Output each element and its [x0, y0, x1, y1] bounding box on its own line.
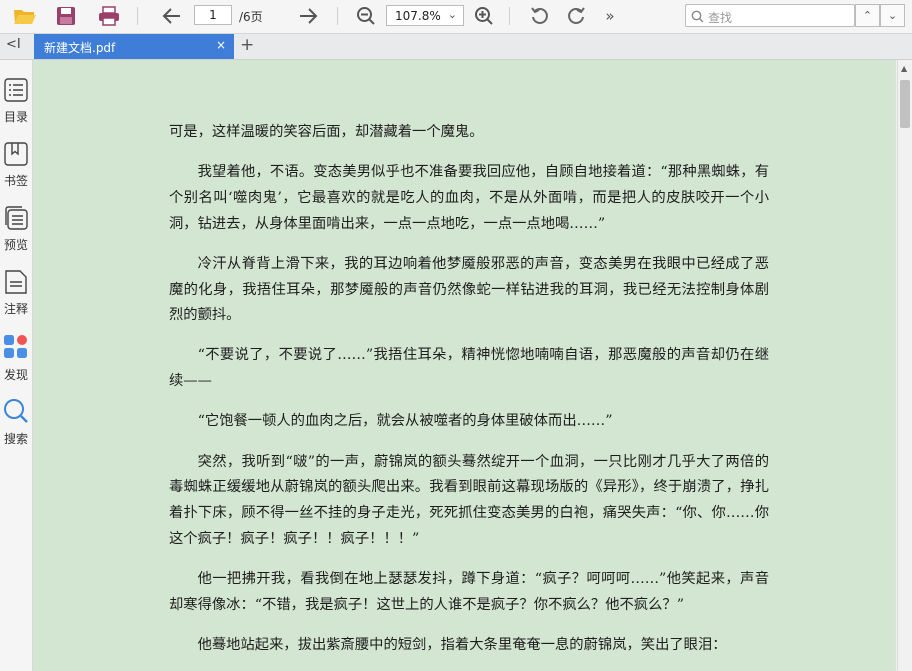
- pdf-page: 可是，这样温暖的笑容后面，却潜藏着一个魔鬼。 我望着他，不语。变态美男似乎也不准…: [35, 60, 891, 671]
- more-tools-button[interactable]: »: [597, 4, 623, 28]
- paragraph: 突然，我听到“啵”的一声，蔚锦岚的额头蓦然绽开一个血洞，一只比刚才几乎大了两倍的…: [169, 453, 769, 547]
- main-toolbar: /6页 107.8% ⌄ » 查找 ⌃ ⌄: [0, 0, 912, 34]
- document-viewer[interactable]: 可是，这样温暖的笑容后面，却潜藏着一个魔鬼。 我望着他，不语。变态美男似乎也不准…: [33, 60, 896, 671]
- zoom-value: 107.8%: [395, 9, 441, 23]
- search-previous-button[interactable]: ⌃: [855, 4, 880, 27]
- search-next-button[interactable]: ⌄: [880, 4, 905, 27]
- rotate-left-icon[interactable]: [527, 4, 553, 28]
- folder-open-icon[interactable]: [12, 4, 38, 28]
- search-input[interactable]: 查找: [685, 4, 855, 27]
- apps-icon: [4, 335, 27, 358]
- zoom-out-icon[interactable]: [353, 4, 379, 28]
- sidebar-item-annotations[interactable]: 注释: [0, 270, 32, 317]
- tab-document[interactable]: 新建文档.pdf ×: [34, 34, 234, 59]
- chevron-down-icon: ⌄: [447, 8, 457, 21]
- save-icon[interactable]: [53, 4, 79, 28]
- zoom-in-icon[interactable]: [471, 4, 497, 28]
- paragraph: 冷汗从脊背上滑下来，我的耳边响着他梦魇般邪恶的声音，变态美男在我眼中已经成了恶魔…: [169, 255, 769, 324]
- next-page-icon[interactable]: [295, 4, 321, 28]
- tab-bar: <I 新建文档.pdf × +: [0, 34, 912, 60]
- pages-icon: [5, 206, 28, 230]
- rotate-right-icon[interactable]: [563, 4, 589, 28]
- sidebar-item-label: 搜索: [3, 432, 28, 446]
- previous-page-icon[interactable]: [159, 4, 185, 28]
- left-sidebar: 目录 书签 预览 注释 发现 搜索: [0, 60, 33, 671]
- sidebar-item-toc[interactable]: 目录: [0, 78, 32, 125]
- paragraph: 可是，这样温暖的笑容后面，却潜藏着一个魔鬼。: [169, 124, 484, 140]
- sidebar-item-bookmarks[interactable]: 书签: [0, 142, 32, 189]
- new-tab-button[interactable]: +: [240, 35, 254, 55]
- search-placeholder: 查找: [708, 11, 733, 25]
- sidebar-item-label: 书签: [3, 174, 28, 188]
- bookmark-icon: [4, 142, 28, 166]
- search-icon: [4, 399, 28, 423]
- list-icon: [4, 78, 28, 102]
- sidebar-item-preview[interactable]: 预览: [0, 206, 32, 253]
- page-number-input[interactable]: [194, 5, 232, 25]
- sidebar-item-label: 目录: [3, 110, 28, 124]
- search-icon: [691, 10, 704, 23]
- print-icon[interactable]: [96, 4, 122, 28]
- sidebar-item-label: 预览: [3, 238, 28, 252]
- page-text: 可是，这样温暖的笑容后面，却潜藏着一个魔鬼。 我望着他，不语。变态美男似乎也不准…: [169, 120, 769, 671]
- note-icon: [5, 270, 27, 294]
- scrollbar-thumb[interactable]: [900, 80, 910, 128]
- zoom-select[interactable]: 107.8% ⌄: [386, 5, 464, 26]
- vertical-scrollbar[interactable]: ▲: [897, 60, 912, 671]
- sidebar-item-label: 发现: [3, 368, 28, 382]
- scroll-up-icon[interactable]: ▲: [901, 64, 907, 73]
- sidebar-item-discover[interactable]: 发现: [0, 334, 32, 383]
- paragraph: “不要说了，不要说了……”我捂住耳朵，精神恍惚地喃喃自语，那恶魔般的声音却仍在继…: [169, 347, 769, 390]
- paragraph: 他一把拂开我，看我倒在地上瑟瑟发抖，蹲下身道：“疯子？呵呵呵……”他笑起来，声音…: [169, 570, 769, 613]
- sidebar-item-search[interactable]: 搜索: [0, 398, 32, 447]
- close-icon[interactable]: ×: [216, 38, 226, 52]
- collapse-sidebar-button[interactable]: <I: [6, 37, 21, 52]
- sidebar-item-label: 注释: [3, 302, 28, 316]
- paragraph: 我望着他，不语。变态美男似乎也不准备要我回应他，自顾自地接着道：“那种黑蜘蛛，有…: [169, 164, 769, 232]
- page-total-label: /6页: [239, 10, 263, 24]
- tab-title: 新建文档.pdf: [44, 41, 116, 55]
- paragraph: “它饱餐一顿人的血肉之后，就会从被噬者的身体里破体而出……”: [197, 413, 613, 430]
- paragraph: 他蓦地站起来，拔出紫斎腰中的短剑，指着大条里奄奄一息的蔚锦岚，笑出了眼泪：: [197, 636, 727, 653]
